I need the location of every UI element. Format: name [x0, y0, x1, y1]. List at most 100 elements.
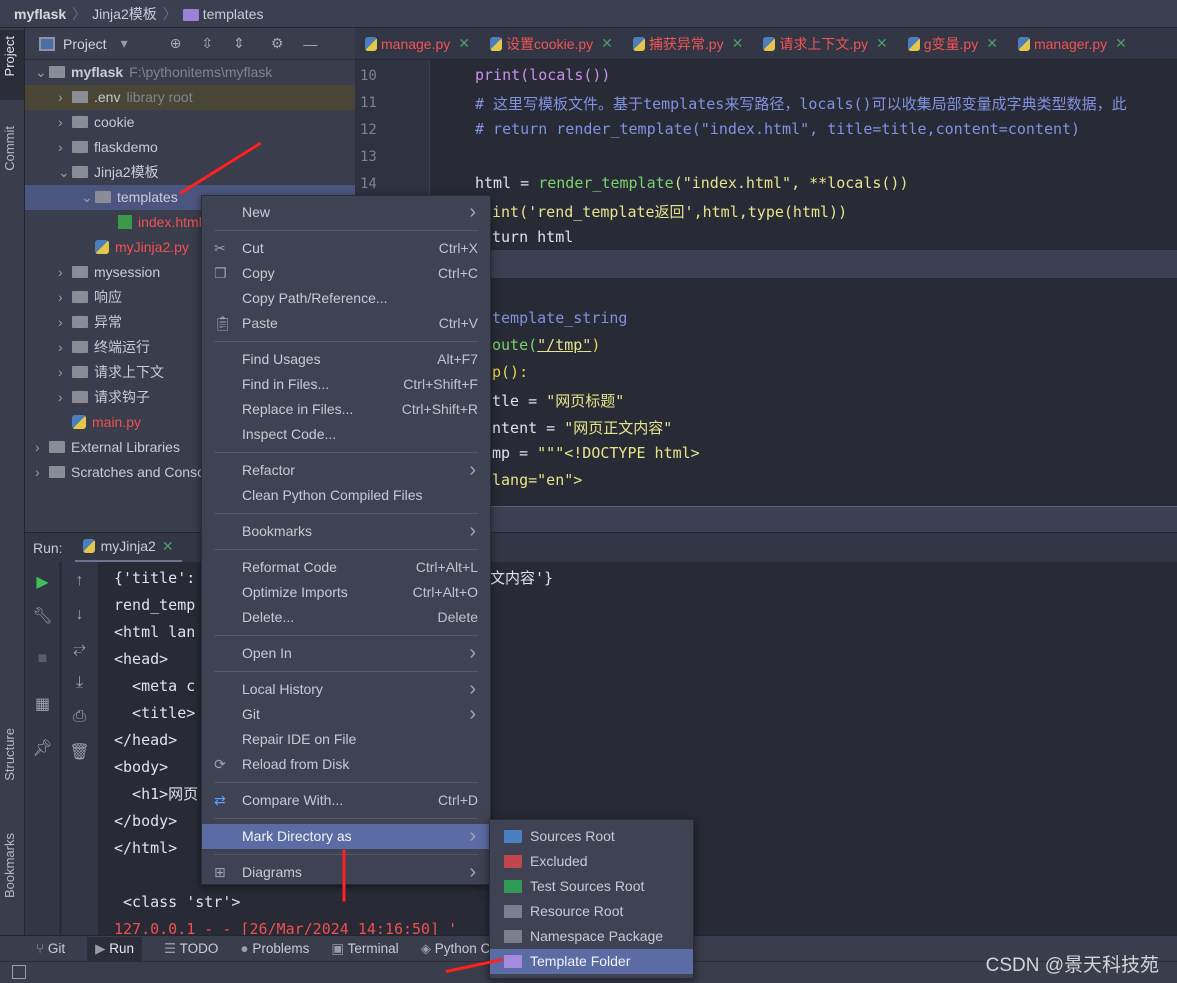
chevron-right-icon[interactable]: ›	[58, 85, 72, 110]
tree-item[interactable]: › flaskdemo	[25, 135, 355, 160]
bottom-tab-todo[interactable]: ☰ TODO	[164, 941, 218, 957]
chevron-right-icon[interactable]: ›	[58, 135, 72, 160]
menu-item-mark-directory-as[interactable]: Mark Directory as ›	[202, 824, 490, 849]
trash-icon[interactable]: 🗑︎	[62, 742, 97, 762]
locate-icon[interactable]: ⊕	[170, 35, 182, 52]
editor-tab[interactable]: 请求上下文.py ✕	[753, 34, 897, 54]
stop-icon[interactable]: ■	[25, 650, 60, 668]
submenu-item-namespace-package[interactable]: Namespace Package	[490, 924, 693, 949]
chevron-right-icon[interactable]: ›	[58, 310, 72, 335]
menu-item-delete[interactable]: Delete... Delete	[202, 605, 490, 630]
run-tab[interactable]: myJinja2 ✕	[74, 533, 182, 563]
chevron-right-icon[interactable]: ›	[58, 360, 72, 385]
menu-item-reformat-code[interactable]: Reformat Code Ctrl+Alt+L	[202, 555, 490, 580]
bottom-tab-git[interactable]: ⑂ Git	[36, 941, 65, 956]
menu-item-copy-path-reference[interactable]: Copy Path/Reference...	[202, 286, 490, 311]
print-icon[interactable]: ⎙	[62, 708, 97, 726]
submenu-item-template-folder[interactable]: Template Folder	[490, 949, 693, 974]
tool-tab-commit[interactable]: Commit	[2, 126, 17, 171]
editor-tab[interactable]: 设置cookie.py ✕	[480, 34, 623, 54]
menu-item-new[interactable]: New ›	[202, 200, 490, 225]
close-icon[interactable]: ✕	[162, 538, 174, 555]
pin-icon[interactable]: 📌︎	[25, 738, 60, 758]
menu-item-find-in-files[interactable]: Find in Files... Ctrl+Shift+F	[202, 372, 490, 397]
tool-tab-structure[interactable]: Structure	[2, 728, 17, 781]
submenu-item-excluded[interactable]: Excluded	[490, 849, 693, 874]
breadcrumb-item[interactable]: templates	[203, 6, 264, 22]
menu-item-bookmarks[interactable]: Bookmarks ›	[202, 519, 490, 544]
menu-item-git[interactable]: Git ›	[202, 702, 490, 727]
menu-item-optimize-imports[interactable]: Optimize Imports Ctrl+Alt+O	[202, 580, 490, 605]
diagram-icon: ⊞	[214, 864, 226, 880]
bottom-tab-label: Terminal	[347, 940, 399, 956]
breadcrumb-item[interactable]: Jinja2模板	[92, 4, 157, 24]
expand-all-icon[interactable]: ⇳	[201, 35, 213, 52]
submenu-item-sources-root[interactable]: Sources Root	[490, 824, 693, 849]
tool-tab-bookmarks[interactable]: Bookmarks	[2, 833, 17, 898]
menu-item-paste[interactable]: 📋︎ Paste Ctrl+V	[202, 311, 490, 336]
chevron-down-icon[interactable]: ⌄	[35, 60, 49, 85]
chevron-right-icon[interactable]: ›	[35, 435, 49, 460]
menu-item-clean-python-compiled-files[interactable]: Clean Python Compiled Files	[202, 483, 490, 508]
editor-tab[interactable]: manage.py ✕	[355, 35, 480, 52]
bottom-tab-run[interactable]: ▶ Run	[87, 936, 143, 961]
project-title[interactable]: Project	[63, 36, 107, 52]
arrow-up-icon[interactable]: ↑	[62, 572, 97, 590]
chevron-down-icon[interactable]: ▾	[121, 35, 128, 52]
chevron-right-icon[interactable]: ›	[35, 460, 49, 485]
chevron-right-icon[interactable]: ›	[58, 260, 72, 285]
editor-tab[interactable]: g变量.py ✕	[898, 34, 1008, 54]
submenu-item-resource-root[interactable]: Resource Root	[490, 899, 693, 924]
collapse-all-icon[interactable]: ⇕	[233, 35, 245, 52]
wrench-icon[interactable]: 🔧︎	[25, 606, 60, 626]
close-icon[interactable]: ✕	[601, 35, 613, 52]
gear-icon[interactable]: ⚙	[271, 35, 284, 52]
menu-item-find-usages[interactable]: Find Usages Alt+F7	[202, 347, 490, 372]
scroll-to-end-icon[interactable]: ⤓	[62, 674, 97, 692]
menu-item-open-in[interactable]: Open In ›	[202, 641, 490, 666]
editor-tab[interactable]: manager.py ✕	[1008, 35, 1137, 52]
code-line: ntent = "网页正文内容"	[492, 419, 673, 437]
tree-item[interactable]: ⌄ Jinja2模板	[25, 160, 355, 185]
soft-wrap-icon[interactable]: ⥂	[62, 640, 97, 658]
menu-item-inspect-code[interactable]: Inspect Code...	[202, 422, 490, 447]
tree-item[interactable]: ⌄ myflask F:\pythonitems\myflask	[25, 60, 355, 85]
close-icon[interactable]: ✕	[876, 35, 888, 52]
menu-item-label: Copy Path/Reference...	[242, 290, 388, 306]
minimize-icon[interactable]: —	[303, 36, 317, 52]
menu-item-local-history[interactable]: Local History ›	[202, 677, 490, 702]
arrow-down-icon[interactable]: ↓	[62, 606, 97, 624]
menu-separator	[214, 818, 478, 819]
chevron-right-icon[interactable]: ›	[58, 285, 72, 310]
layout-icon[interactable]: ▦	[25, 694, 60, 714]
close-icon[interactable]: ✕	[458, 35, 470, 52]
menu-item-copy[interactable]: ❐ Copy Ctrl+C	[202, 261, 490, 286]
chevron-right-icon[interactable]: ›	[58, 110, 72, 135]
tool-tab-project[interactable]: Project	[2, 36, 17, 76]
chevron-right-icon[interactable]: ›	[58, 385, 72, 410]
editor-tab[interactable]: 捕获异常.py ✕	[623, 34, 753, 54]
menu-item-refactor[interactable]: Refactor ›	[202, 458, 490, 483]
menu-item-replace-in-files[interactable]: Replace in Files... Ctrl+Shift+R	[202, 397, 490, 422]
bottom-tab-problems[interactable]: ● Problems	[240, 941, 309, 956]
editor-tab-label: manage.py	[381, 35, 451, 52]
chevron-down-icon[interactable]: ⌄	[81, 185, 95, 210]
menu-item-repair-ide-on-file[interactable]: Repair IDE on File	[202, 727, 490, 752]
chevron-right-icon: ›	[469, 459, 476, 481]
chevron-down-icon[interactable]: ⌄	[58, 160, 72, 185]
close-icon[interactable]: ✕	[1115, 35, 1127, 52]
tree-item[interactable]: › cookie	[25, 110, 355, 135]
menu-item-diagrams[interactable]: ⊞ Diagrams ›	[202, 860, 490, 885]
submenu-item-test-sources-root[interactable]: Test Sources Root	[490, 874, 693, 899]
breadcrumb-item[interactable]: myflask	[14, 6, 66, 22]
panel-toggle-icon[interactable]	[12, 965, 26, 979]
bottom-tab-terminal[interactable]: ▣ Terminal	[331, 941, 398, 957]
rerun-icon[interactable]: ▶	[25, 572, 60, 592]
close-icon[interactable]: ✕	[732, 35, 744, 52]
chevron-right-icon[interactable]: ›	[58, 335, 72, 360]
menu-item-compare-with[interactable]: ⇄ Compare With... Ctrl+D	[202, 788, 490, 813]
menu-item-cut[interactable]: ✂ Cut Ctrl+X	[202, 236, 490, 261]
close-icon[interactable]: ✕	[986, 35, 998, 52]
menu-item-reload-from-disk[interactable]: ⟳ Reload from Disk	[202, 752, 490, 777]
tree-item[interactable]: › .env library root	[25, 85, 355, 110]
